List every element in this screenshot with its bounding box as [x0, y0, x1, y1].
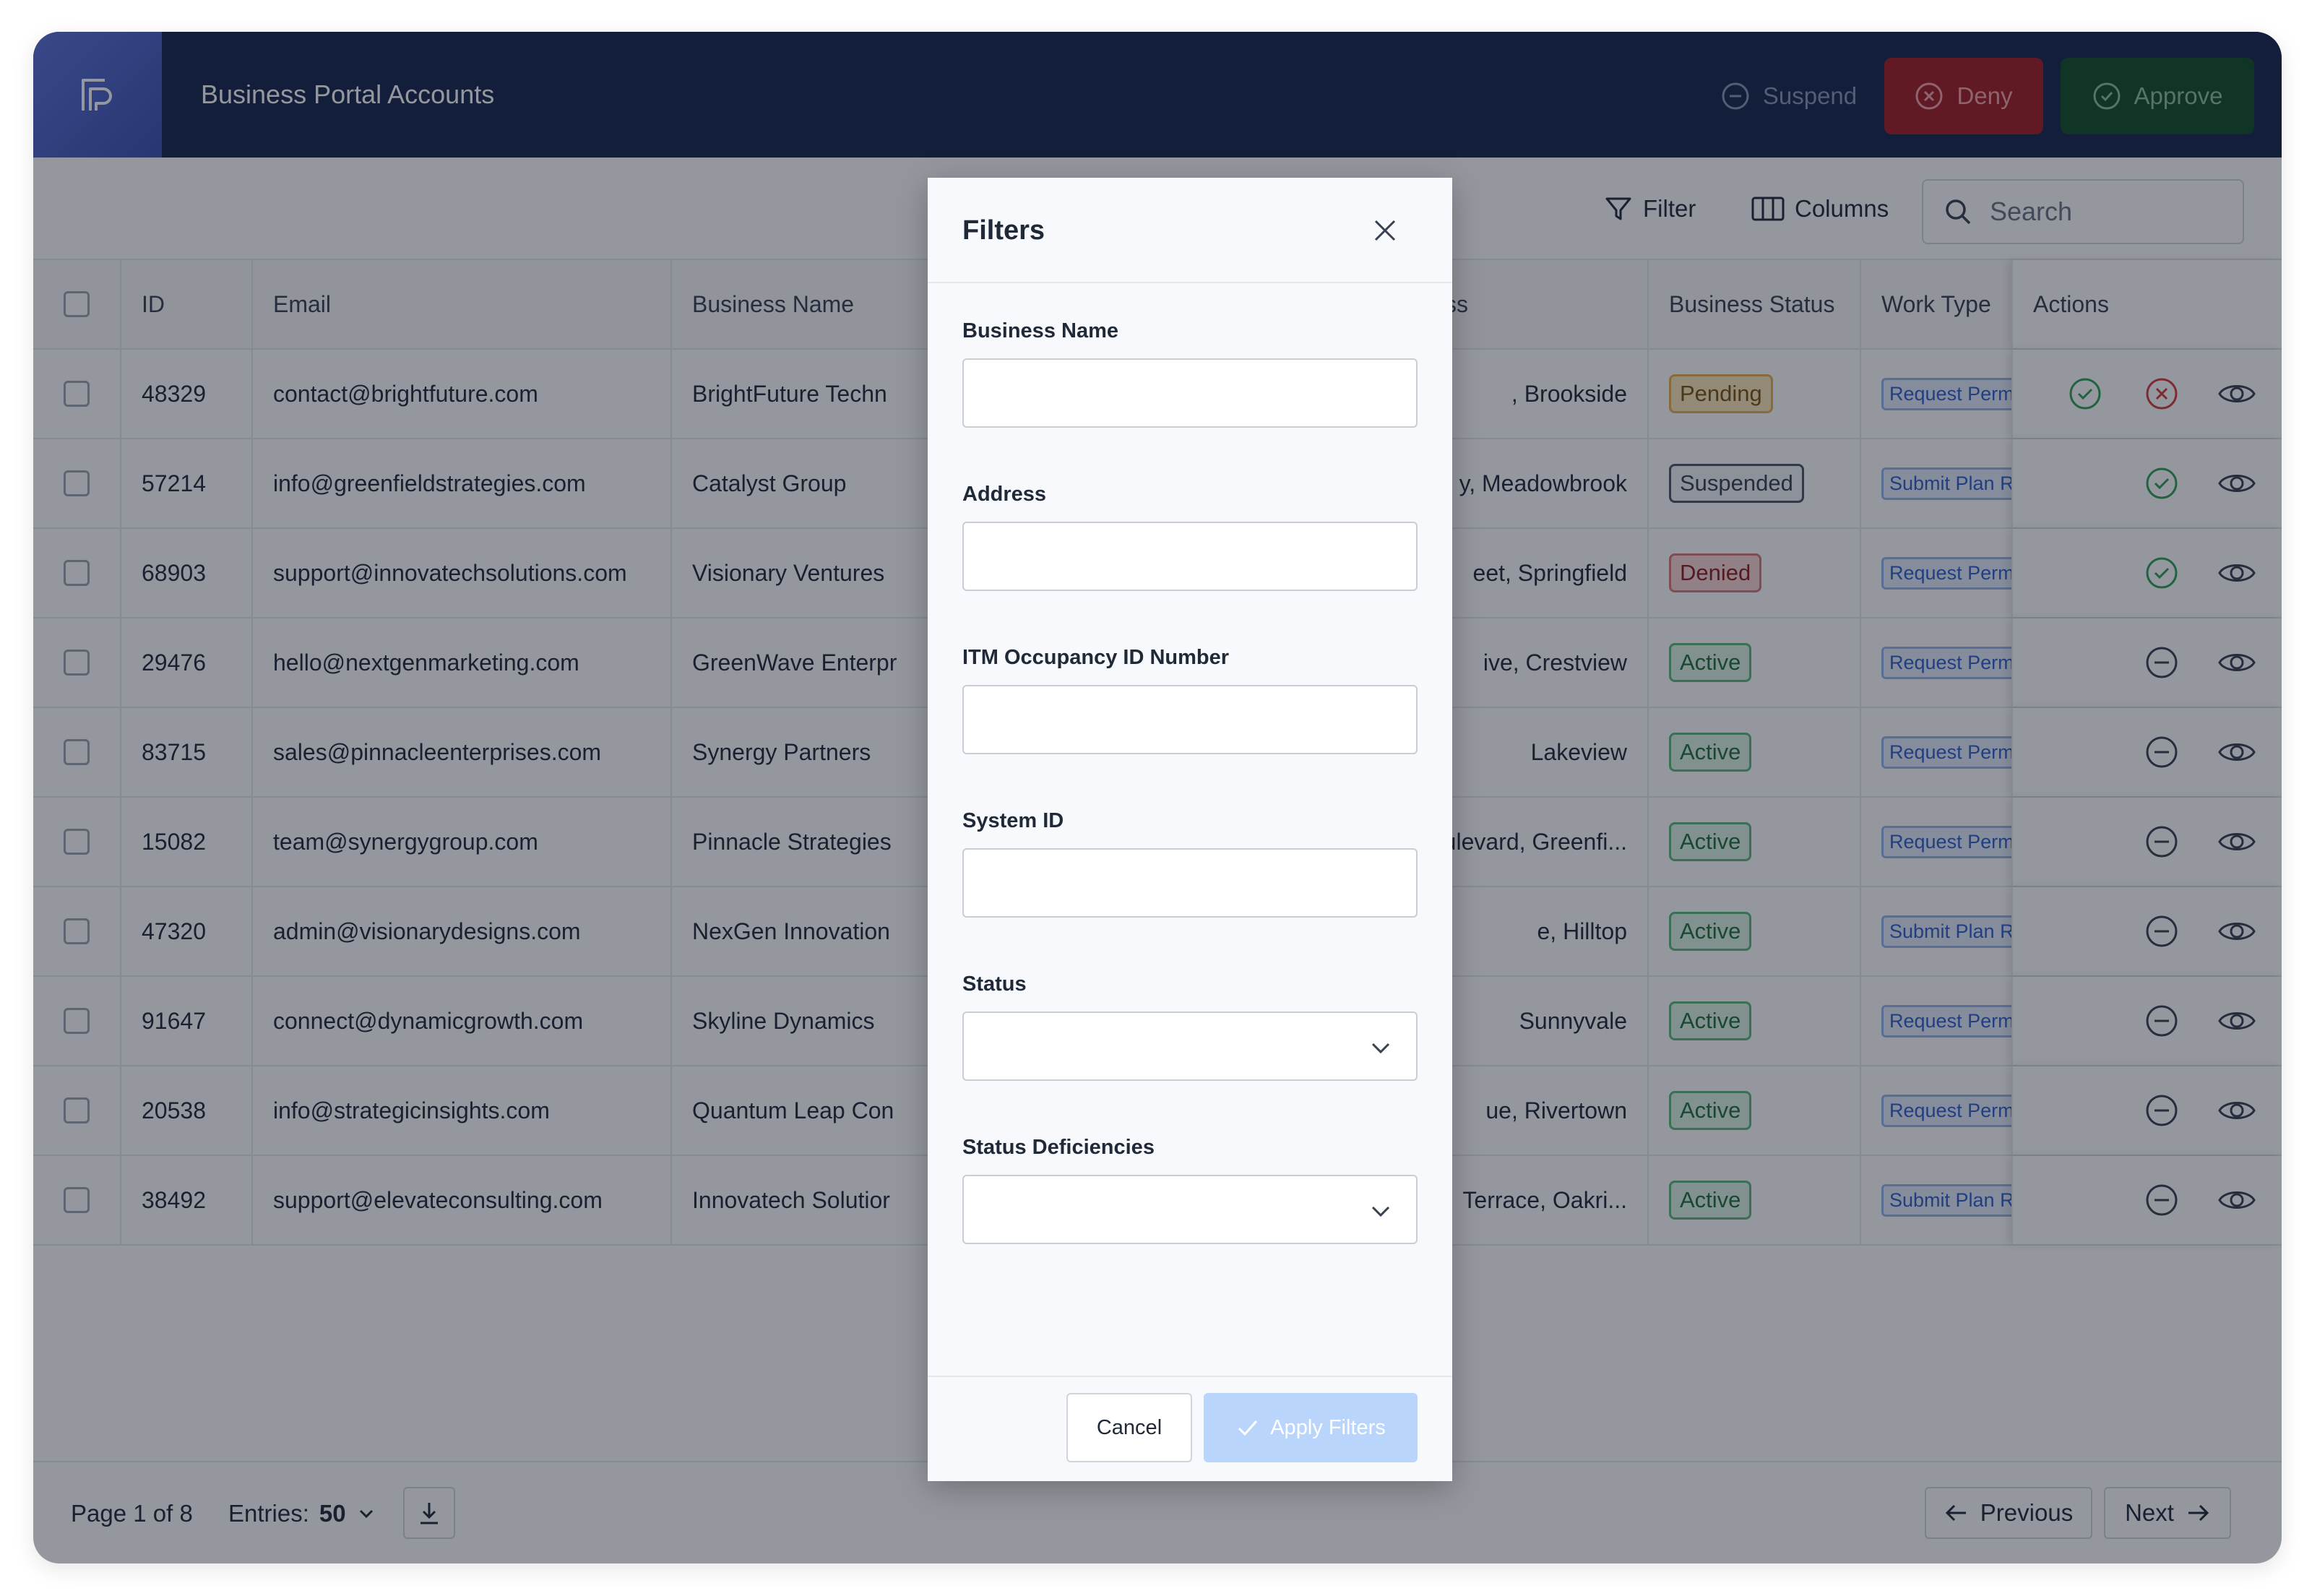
system-id-label: System ID: [962, 809, 1064, 832]
modal-title: Filters: [962, 215, 1045, 246]
filters-modal: Filters Business Name Address ITM Occupa…: [928, 178, 1452, 1481]
app-window: Business Portal Accounts Suspend Deny Ap…: [33, 32, 2282, 1563]
chevron-down-icon: [1371, 1206, 1390, 1217]
itm-occupancy-input[interactable]: [962, 685, 1418, 754]
modal-footer: Cancel Apply Filters: [928, 1376, 1452, 1481]
status-deficiencies-select[interactable]: [962, 1175, 1418, 1244]
status-label: Status: [962, 972, 1027, 996]
check-icon: [1238, 1420, 1258, 1436]
status-deficiencies-label: Status Deficiencies: [962, 1136, 1155, 1159]
itm-label: ITM Occupancy ID Number: [962, 646, 1230, 669]
close-icon: [1374, 220, 1396, 241]
system-id-input[interactable]: [962, 848, 1418, 918]
address-label: Address: [962, 483, 1047, 506]
chevron-down-icon: [1371, 1043, 1390, 1054]
cancel-button[interactable]: Cancel: [1066, 1393, 1192, 1462]
status-select[interactable]: [962, 1011, 1418, 1081]
business-name-input[interactable]: [962, 358, 1418, 428]
modal-header: Filters: [928, 178, 1452, 283]
apply-filters-button[interactable]: Apply Filters: [1204, 1393, 1418, 1462]
business-name-label: Business Name: [962, 319, 1118, 342]
apply-filters-label: Apply Filters: [1270, 1415, 1386, 1439]
address-input[interactable]: [962, 522, 1418, 591]
close-button[interactable]: [1368, 214, 1402, 247]
